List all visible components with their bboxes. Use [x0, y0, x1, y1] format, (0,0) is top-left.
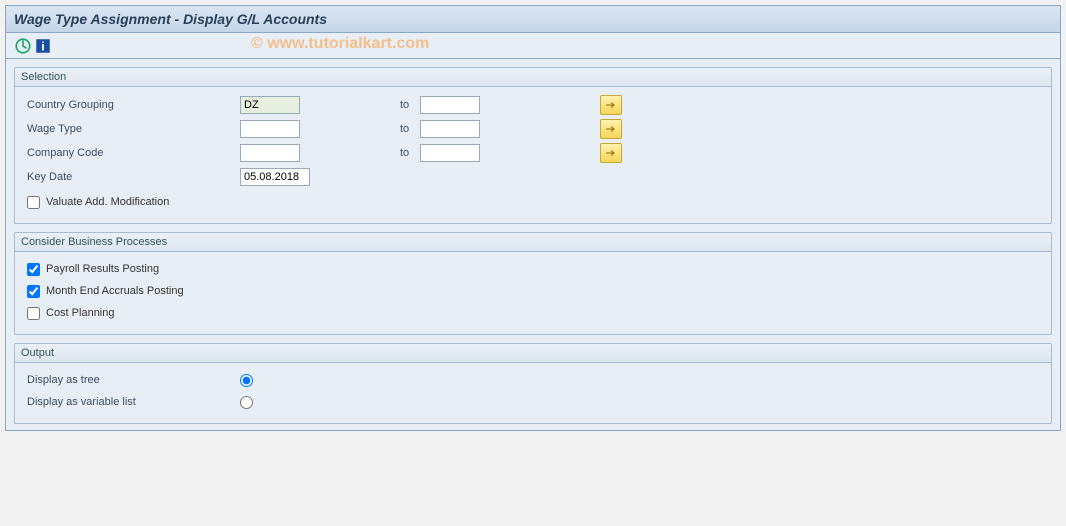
label-country-grouping: Country Grouping — [25, 99, 240, 111]
execute-icon[interactable] — [14, 37, 32, 55]
multiselect-wage-type[interactable] — [600, 119, 622, 139]
radio-display-varlist[interactable] — [240, 396, 253, 409]
title-bar: Wage Type Assignment - Display G/L Accou… — [6, 6, 1060, 33]
label-display-varlist: Display as variable list — [25, 396, 240, 408]
label-payroll: Payroll Results Posting — [46, 263, 159, 275]
output-group: Output Display as tree Display as variab… — [14, 343, 1052, 424]
window: Wage Type Assignment - Display G/L Accou… — [5, 5, 1061, 431]
svg-text:i: i — [41, 39, 44, 53]
info-icon[interactable]: i — [34, 37, 52, 55]
checkbox-payroll[interactable] — [27, 263, 40, 276]
row-valuate: Valuate Add. Modification — [25, 191, 1041, 213]
processes-group: Consider Business Processes Payroll Resu… — [14, 232, 1052, 335]
label-costplan: Cost Planning — [46, 307, 115, 319]
output-title: Output — [15, 344, 1051, 363]
checkbox-valuate[interactable] — [27, 196, 40, 209]
checkbox-monthend[interactable] — [27, 285, 40, 298]
input-country-grouping-to[interactable] — [420, 96, 480, 114]
multiselect-country-grouping[interactable] — [600, 95, 622, 115]
label-monthend: Month End Accruals Posting — [46, 285, 184, 297]
row-key-date: Key Date — [25, 165, 1041, 189]
selection-title: Selection — [15, 68, 1051, 87]
input-country-grouping-from[interactable] — [240, 96, 300, 114]
label-wage-type: Wage Type — [25, 123, 240, 135]
checkbox-costplan[interactable] — [27, 307, 40, 320]
input-wage-type-from[interactable] — [240, 120, 300, 138]
row-costplan: Cost Planning — [25, 302, 1041, 324]
processes-title: Consider Business Processes — [15, 233, 1051, 252]
input-company-code-from[interactable] — [240, 144, 300, 162]
row-monthend: Month End Accruals Posting — [25, 280, 1041, 302]
toolbar: i © www.tutorialkart.com — [6, 33, 1060, 59]
multiselect-company-code[interactable] — [600, 143, 622, 163]
label-display-tree: Display as tree — [25, 374, 240, 386]
row-company-code: Company Code to — [25, 141, 1041, 165]
row-country-grouping: Country Grouping to — [25, 93, 1041, 117]
row-display-tree: Display as tree — [25, 369, 1041, 391]
to-label-country: to — [300, 99, 420, 111]
row-wage-type: Wage Type to — [25, 117, 1041, 141]
selection-group: Selection Country Grouping to Wage Type … — [14, 67, 1052, 224]
input-wage-type-to[interactable] — [420, 120, 480, 138]
label-valuate: Valuate Add. Modification — [46, 196, 169, 208]
radio-display-tree[interactable] — [240, 374, 253, 387]
to-label-wage: to — [300, 123, 420, 135]
row-payroll: Payroll Results Posting — [25, 258, 1041, 280]
row-display-varlist: Display as variable list — [25, 391, 1041, 413]
watermark: © www.tutorialkart.com — [251, 35, 429, 53]
label-key-date: Key Date — [25, 171, 240, 183]
input-company-code-to[interactable] — [420, 144, 480, 162]
input-key-date[interactable] — [240, 168, 310, 186]
to-label-company: to — [300, 147, 420, 159]
page-title: Wage Type Assignment - Display G/L Accou… — [14, 11, 1052, 27]
label-company-code: Company Code — [25, 147, 240, 159]
